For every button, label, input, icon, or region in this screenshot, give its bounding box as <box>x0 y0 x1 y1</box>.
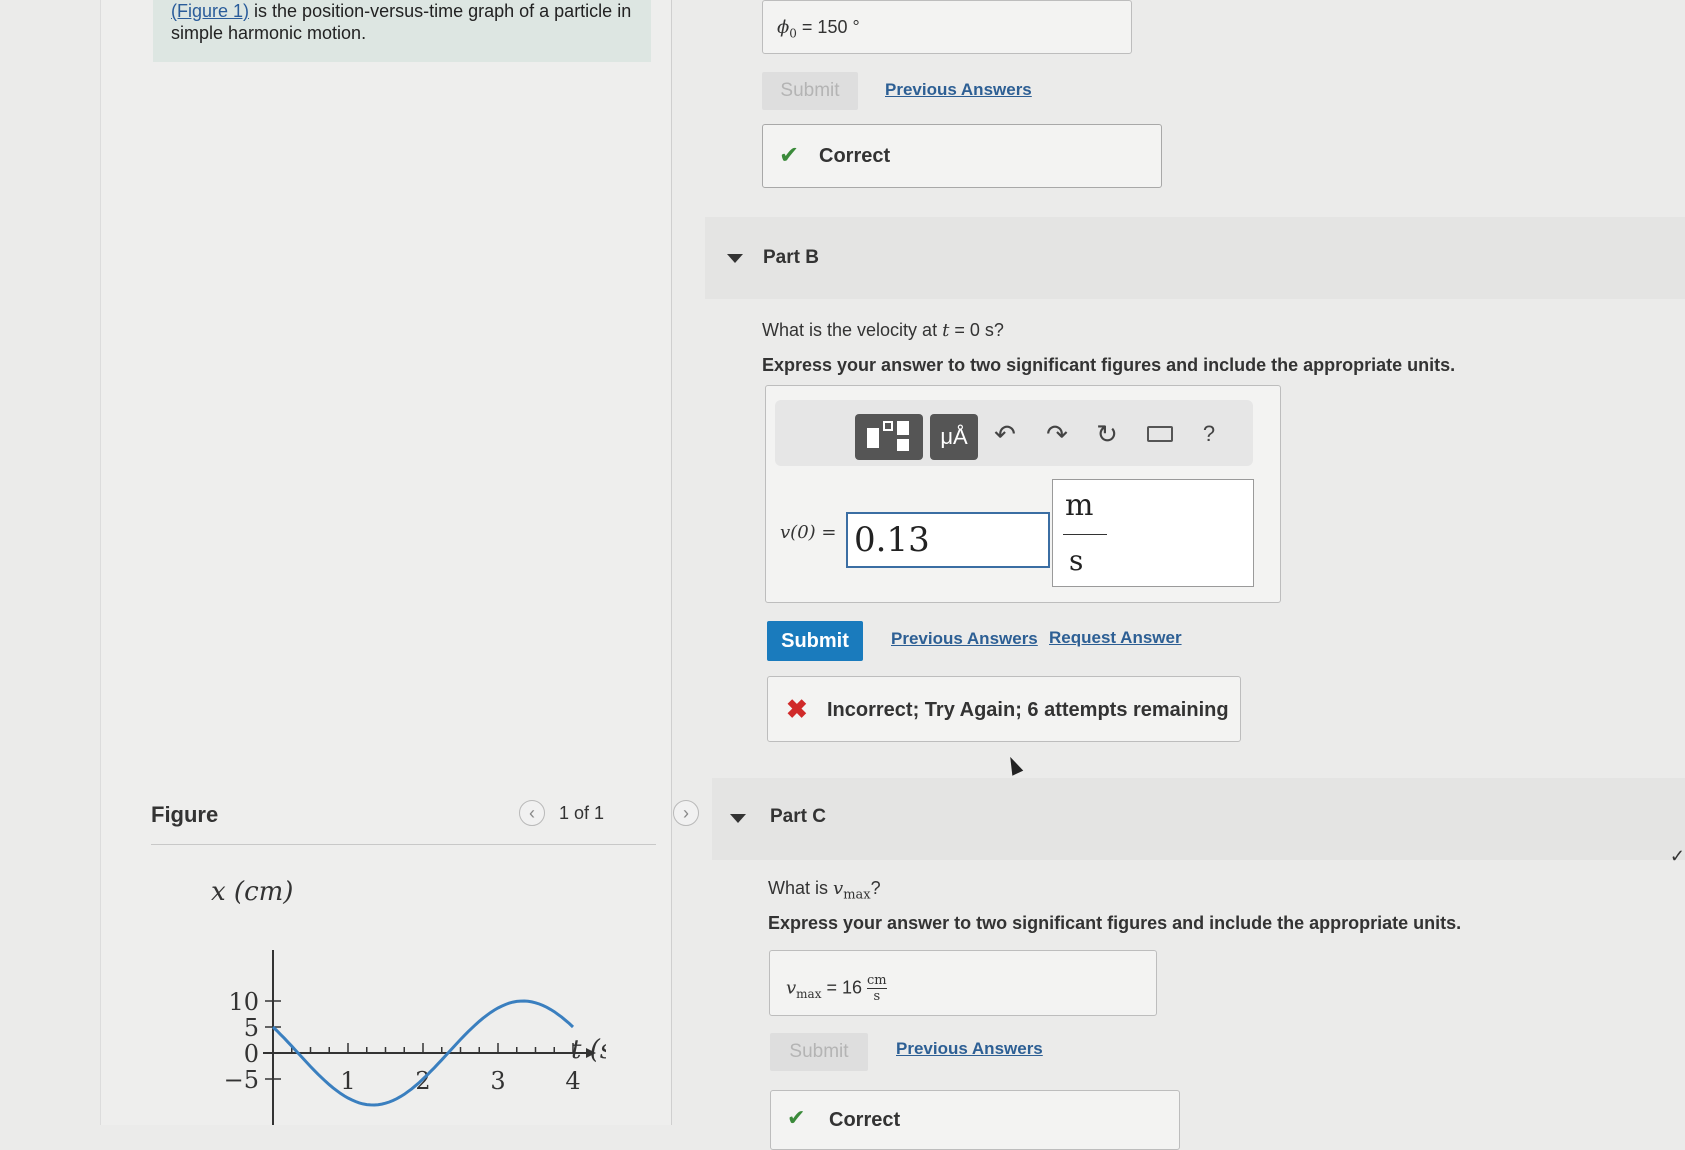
vmax-sub: max <box>796 987 822 1002</box>
figure-title: Figure <box>151 802 219 827</box>
graph-axes: 1 2 3 41050−5 <box>224 950 596 1125</box>
part-b-answer-input[interactable]: 0.13 <box>846 512 1050 568</box>
part-b-input-label: v(0) = <box>780 522 836 543</box>
part-a-answer-box: ϕ0 = 150 ° <box>762 0 1132 54</box>
part-c-question-var: v <box>833 878 844 899</box>
part-b-submit-button[interactable]: Submit <box>767 621 863 661</box>
part-c-unit: cm s <box>867 973 887 1004</box>
position-time-graph: x (cm) t (s) 12341050−5 <box>211 880 606 1125</box>
undo-icon[interactable]: ↶ <box>985 414 1025 454</box>
part-c-feedback: ✔ Correct <box>770 1090 1180 1150</box>
figure-pager: 1 of 1 <box>559 803 605 823</box>
template-icon[interactable] <box>855 414 923 460</box>
x-tick-label: 3 <box>490 1067 505 1095</box>
part-b-units-input[interactable]: m s <box>1052 479 1254 587</box>
chevron-left-icon[interactable]: ‹ <box>519 800 545 826</box>
part-a-feedback: ✔ Correct <box>762 124 1162 188</box>
help-icon[interactable]: ? <box>1189 414 1229 454</box>
x-tick-label: 1 <box>340 1067 355 1095</box>
checkmark-icon: ✔ <box>779 142 800 169</box>
units-button[interactable]: μÅ <box>930 414 978 460</box>
problem-statement: (Figure 1) is the position-versus-time g… <box>153 0 651 62</box>
y-axis-label: x (cm) <box>211 880 293 907</box>
part-c-submit-button[interactable]: Submit <box>770 1033 868 1071</box>
part-c-previous-answers-link[interactable]: Previous Answers <box>896 1039 1043 1059</box>
part-b-question: What is the velocity at t = 0 s? <box>762 320 1004 341</box>
part-b-question-suffix: = 0 s? <box>949 320 1004 340</box>
part-c-answer: vmax = 16 cm s <box>786 973 887 1004</box>
part-c-feedback-text: Correct <box>829 1109 901 1131</box>
part-c-header[interactable]: Part C <box>712 778 1685 860</box>
unit-denominator: s <box>1069 544 1084 577</box>
part-c-question-sub: max <box>843 887 871 903</box>
vmax-var: v <box>786 977 797 999</box>
part-c-unit-denominator: s <box>873 989 881 1004</box>
checkmark-icon: ✔ <box>787 1105 806 1130</box>
figure-header: Figure ‹ 1 of 1 › <box>151 800 699 845</box>
x-mark-icon: ✖ <box>786 694 808 724</box>
part-b-instructions: Express your answer to two significant f… <box>762 355 1456 375</box>
part-a-submit-button[interactable]: Submit <box>762 72 858 110</box>
check-icon: ✓ <box>1669 846 1685 866</box>
phi-subscript: 0 <box>789 26 797 41</box>
part-a-answer-value: = 150 ° <box>796 17 860 37</box>
part-c-answer-value: = 16 <box>821 977 868 998</box>
y-tick-label: 5 <box>244 1014 259 1042</box>
part-a-feedback-text: Correct <box>819 145 891 167</box>
part-b-title: Part B <box>763 247 819 268</box>
part-b-previous-answers-link[interactable]: Previous Answers <box>891 629 1038 649</box>
part-c-title: Part C <box>770 806 826 827</box>
fraction-bar <box>1063 534 1107 535</box>
part-c-answer-box: vmax = 16 cm s <box>769 950 1157 1016</box>
redo-icon[interactable]: ↷ <box>1037 414 1077 454</box>
part-a-answer: ϕ0 = 150 ° <box>777 17 860 41</box>
left-panel: (Figure 1) is the position-versus-time g… <box>100 0 699 1125</box>
part-c-question-prefix: What is <box>768 878 834 898</box>
caret-down-icon <box>730 814 746 823</box>
part-b-question-prefix: What is the velocity at <box>762 320 943 340</box>
part-c-question: What is vmax? <box>768 878 881 903</box>
math-toolbar: μÅ ↶ ↷ ↻ ? <box>775 400 1253 466</box>
x-tick-label: 4 <box>565 1067 580 1095</box>
keyboard-icon[interactable] <box>1139 414 1179 454</box>
y-tick-label: 0 <box>244 1040 259 1068</box>
unit-numerator: m <box>1065 488 1094 523</box>
v0-label: v(0) = <box>780 522 837 543</box>
part-b-feedback: ✖ Incorrect; Try Again; 6 attempts remai… <box>767 676 1241 742</box>
part-b-header[interactable]: Part B <box>705 217 1685 299</box>
y-tick-label: −5 <box>224 1066 259 1094</box>
figure-link[interactable]: (Figure 1) <box>171 1 249 21</box>
reset-icon[interactable]: ↻ <box>1087 414 1127 454</box>
part-c-instructions: Express your answer to two significant f… <box>768 913 1462 933</box>
part-b-request-answer-link[interactable]: Request Answer <box>1049 628 1182 648</box>
part-a-previous-answers-link[interactable]: Previous Answers <box>885 80 1032 100</box>
part-c-unit-numerator: cm <box>867 973 887 989</box>
part-c-question-suffix: ? <box>870 878 881 898</box>
part-b-feedback-text: Incorrect; Try Again; 6 attempts remaini… <box>827 699 1229 721</box>
phi-symbol: ϕ <box>777 17 790 38</box>
y-tick-label: 10 <box>228 988 259 1016</box>
caret-down-icon <box>727 254 743 263</box>
